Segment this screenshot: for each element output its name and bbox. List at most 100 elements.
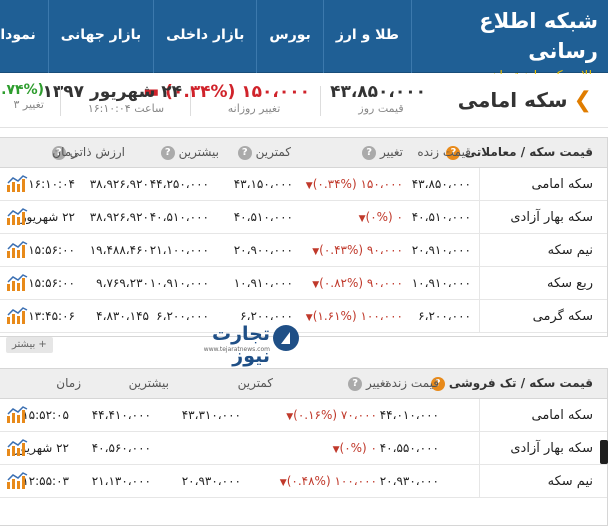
table-row[interactable]: سکه بهار آزادی ۴۰،۵۵۰،۰۰۰ ۰ (۰%)▼ ۴۰،۵۶۰،۰۰… — [0, 432, 607, 465]
day-price: ۴۳،۸۵۰،۰۰۰ — [330, 82, 426, 102]
col-time: زمان — [52, 145, 77, 159]
help-icon[interactable]: ? — [237, 145, 252, 160]
arrow-down-icon: ▼ — [305, 181, 313, 191]
brand-title: شبکه اطلاع رسانی — [479, 9, 598, 63]
max-value: ۶،۲۰۰،۰۰۰ — [156, 309, 209, 323]
change-value: ۷۰،۰۰۰ (۰.۱۶%)▼ — [286, 408, 377, 422]
scrollbar-thumb[interactable] — [600, 440, 608, 464]
arrow-down-icon: ▼ — [358, 214, 366, 224]
change-value: ۰ (۰%)▼ — [332, 441, 377, 455]
more-button[interactable]: + بیشتر — [6, 337, 53, 353]
time-value: ۱۵:۵۲:۰۵ — [22, 408, 69, 422]
table-header: قیمت سکه / تک فروشی ? قیمت زنده تغییر ? … — [0, 369, 607, 399]
coin-name: سکه بهار آزادی — [479, 201, 607, 234]
table-row[interactable]: سکه گرمی ۶،۲۰۰،۰۰۰ ۱۰۰،۰۰۰ (۱.۶۱%)▼ ۶،۲۰۰،۰… — [0, 300, 607, 333]
col-change: تغییر ? — [362, 145, 403, 160]
watermark-url: www.tejaratnews.com — [203, 346, 270, 353]
change-value: ۱۰۰،۰۰۰ (۱.۶۱%)▼ — [305, 309, 403, 323]
max-value: ۲۱،۱۳۰،۰۰۰ — [91, 474, 151, 488]
site-logo[interactable]: شبکه اطلاع رسانی طلا، سکه و ارز تهران — [418, 6, 598, 84]
col-time: زمان — [56, 376, 81, 390]
chart-icon[interactable] — [6, 439, 28, 457]
live-value: ۴۳،۸۵۰،۰۰۰ — [411, 177, 471, 191]
watermark-text: تجارت نیوز — [212, 323, 270, 367]
live-value: ۶،۲۰۰،۰۰۰ — [418, 309, 471, 323]
coin-name: سکه بهار آزادی — [479, 432, 607, 465]
col-min: کمترین — [237, 376, 273, 390]
table-row[interactable]: سکه امامی ۴۴،۰۱۰،۰۰۰ ۷۰،۰۰۰ (۰.۱۶%)▼ ۴۳،۳۱۰… — [0, 399, 607, 432]
help-icon[interactable]: ? — [348, 376, 363, 391]
chart-icon[interactable] — [6, 472, 28, 490]
nav-item-charts[interactable]: نمودارها و دا — [0, 0, 48, 73]
col-change: تغییر ? — [348, 376, 389, 391]
intrinsic-value: ۹،۷۶۹،۲۳۰ — [96, 276, 149, 290]
max-value: ۱۰،۹۱۰،۰۰۰ — [149, 276, 209, 290]
change-value: ۹۰،۰۰۰ (۰.۸۲%)▼ — [312, 276, 403, 290]
change-value: ۹۰،۰۰۰ (۰.۴۳%)▼ — [312, 243, 403, 257]
col-live-price: قیمت زنده — [385, 376, 439, 390]
help-icon[interactable]: ? — [160, 145, 175, 160]
coin-trading-table: قیمت سکه / معاملاتی ? قیمت زنده تغییر ? … — [0, 137, 608, 353]
chart-icon[interactable] — [6, 241, 28, 259]
nav-item-domestic-market[interactable]: بازار داخلی — [153, 0, 256, 73]
chart-icon[interactable] — [6, 274, 28, 292]
coin-name: نیم سکه — [479, 465, 607, 498]
arrow-down-icon: ▼ — [279, 478, 287, 488]
min-value: ۲۰،۹۰۰،۰۰۰ — [233, 243, 293, 257]
intrinsic-value: ۳۸،۹۲۶،۹۲۰ — [89, 177, 149, 191]
live-value: ۱۰،۹۱۰،۰۰۰ — [411, 276, 471, 290]
col-max: بیشترین ? — [160, 145, 219, 160]
table-row[interactable]: نیم سکه ۲۰،۹۱۰،۰۰۰ ۹۰،۰۰۰ (۰.۴۳%)▼ ۲۰،۹۰۰،۰… — [0, 234, 607, 267]
nav-item-gold-currency[interactable]: طلا و ارز — [322, 0, 412, 73]
table-row[interactable]: ربع سکه ۱۰،۹۱۰،۰۰۰ ۹۰،۰۰۰ (۰.۸۲%)▼ ۱۰،۹۱۰،۰… — [0, 267, 607, 300]
live-value: ۲۰،۹۱۰،۰۰۰ — [411, 243, 471, 257]
weekly-change-label: تغییر ۳ — [13, 98, 45, 111]
min-value: ۴۳،۳۱۰،۰۰۰ — [181, 408, 241, 422]
nav-item-bourse[interactable]: بورس — [256, 0, 322, 73]
coin-name: سکه امامی — [479, 399, 607, 432]
coin-retail-table: قیمت سکه / تک فروشی ? قیمت زنده تغییر ? … — [0, 368, 608, 526]
max-value: ۴۰،۵۱۰،۰۰۰ — [149, 210, 209, 224]
chart-icon[interactable] — [6, 175, 28, 193]
date-block: ۲۴ شهریور ۱۳۹۷ ساعت ۱۶:۱۰:۰۴ — [42, 82, 182, 115]
divider — [190, 86, 191, 116]
table-row[interactable]: نیم سکه ۲۰،۹۳۰،۰۰۰ ۱۰۰،۰۰۰ (۰.۴۸%)▼ ۲۰،۹۳۰،… — [0, 465, 607, 498]
site-header: شبکه اطلاع رسانی طلا، سکه و ارز تهران طل… — [0, 0, 608, 82]
weekly-change: (۰.۷۴% — [0, 82, 44, 98]
arrow-down-icon: ▼ — [332, 445, 340, 455]
chart-icon[interactable] — [6, 307, 28, 325]
max-value: ۴۰،۵۶۰،۰۰۰ — [91, 441, 151, 455]
table-title: قیمت سکه / تک فروشی ? — [430, 376, 593, 391]
live-value: ۲۰،۹۳۰،۰۰۰ — [379, 474, 439, 488]
daily-change: ۱۵۰،۰۰۰ (۰.۳۴%) ▬ — [143, 82, 310, 102]
coin-name: ربع سکه — [479, 267, 607, 300]
time-label: ساعت ۱۶:۱۰:۰۴ — [87, 102, 165, 115]
nav-item-global-market[interactable]: بازار جهانی — [47, 0, 153, 73]
chart-icon[interactable] — [6, 406, 28, 424]
chevron-left-icon: ❯ — [573, 88, 592, 113]
max-value: ۴۴،۴۱۰،۰۰۰ — [91, 408, 151, 422]
min-value: ۶،۲۰۰،۰۰۰ — [240, 309, 293, 323]
change-value: ۱۵۰،۰۰۰ (۰.۳۴%)▼ — [305, 177, 403, 191]
date-value: ۲۴ شهریور ۱۳۹۷ — [42, 82, 182, 102]
main-nav: طلا و ارز بورس بازار داخلی بازار جهانی ن… — [0, 0, 412, 73]
table-row[interactable]: سکه امامی ۴۳،۸۵۰،۰۰۰ ۱۵۰،۰۰۰ (۰.۳۴%)▼ ۴۳،۱۵… — [0, 168, 607, 201]
col-min: کمترین ? — [237, 145, 291, 160]
table-row[interactable]: سکه بهار آزادی ۴۰،۵۱۰،۰۰۰ ۰ (۰%)▼ ۴۰،۵۱۰،۰۰… — [0, 201, 607, 234]
change-value: ۰ (۰%)▼ — [358, 210, 403, 224]
divider — [60, 86, 61, 116]
coin-name: سکه امامی — [479, 168, 607, 201]
help-icon[interactable]: ? — [362, 145, 377, 160]
time-value: ۱۵:۵۶:۰۰ — [28, 276, 75, 290]
change-value: ۱۰۰،۰۰۰ (۰.۴۸%)▼ — [279, 474, 377, 488]
min-value: ۴۳،۱۵۰،۰۰۰ — [233, 177, 293, 191]
summary-bar: ❯سکه امامی ۴۳،۸۵۰،۰۰۰ قیمت روز ۱۵۰،۰۰۰ (… — [0, 74, 608, 128]
max-value: ۴۴،۲۵۰،۰۰۰ — [149, 177, 209, 191]
intrinsic-value: ۴،۸۳۰،۱۴۵ — [96, 309, 149, 323]
page: شبکه اطلاع رسانی طلا، سکه و ارز تهران طل… — [0, 0, 608, 526]
coin-name: سکه گرمی — [479, 300, 607, 333]
tejaratnews-watermark: تجارت نیوز www.tejaratnews.com — [192, 323, 302, 367]
chart-icon[interactable] — [6, 208, 28, 226]
intrinsic-value: ۱۹،۴۸۸،۴۶۰ — [89, 243, 149, 257]
min-value: ۱۰،۹۱۰،۰۰۰ — [233, 276, 293, 290]
